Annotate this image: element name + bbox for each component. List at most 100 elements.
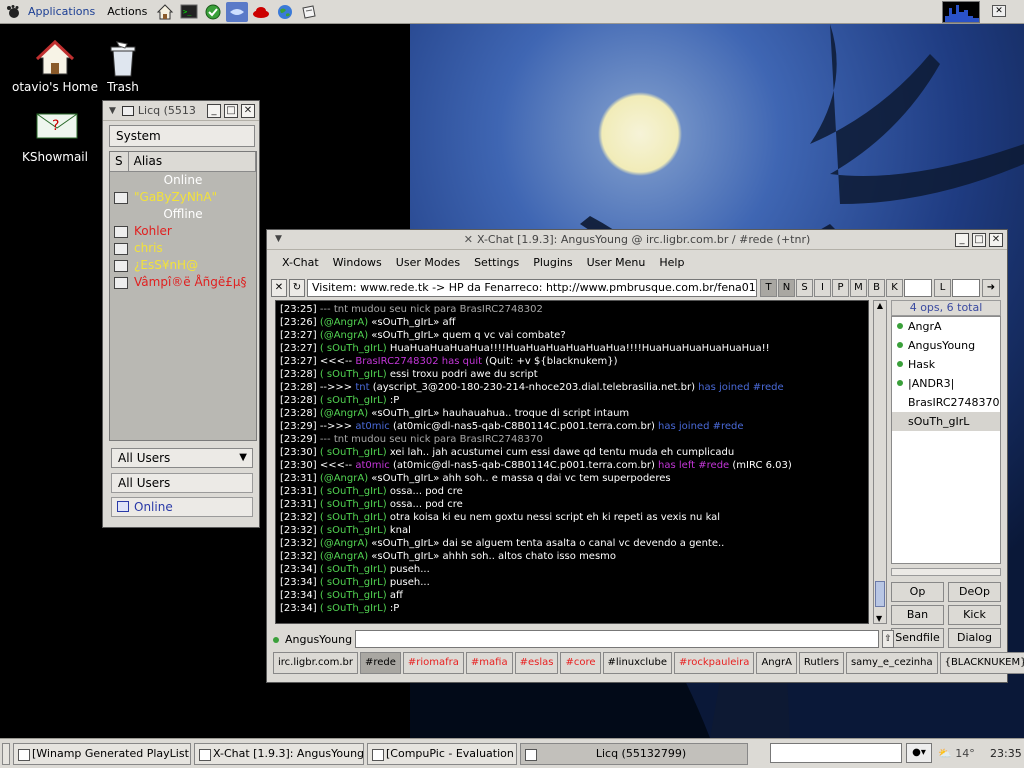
user-list-item[interactable]: AngrA [892,317,1000,336]
notepad-launcher-icon[interactable] [298,2,320,22]
terminal-launcher-icon[interactable]: >_ [178,2,200,22]
mode-button-m[interactable]: M [850,279,867,297]
applications-menu[interactable]: Applications [22,0,101,24]
maximize-button[interactable]: □ [972,233,986,247]
arrow-right-icon[interactable]: ➜ [982,279,1000,297]
refresh-icon[interactable]: ↻ [289,279,305,297]
contact-item[interactable]: chris [110,240,256,257]
user-list-item[interactable]: AngusYoung [892,336,1000,355]
channel-tab[interactable]: Rutlers [798,652,844,674]
globe-launcher-icon[interactable] [274,2,296,22]
channel-tab[interactable]: irc.ligbr.com.br [273,652,358,674]
menu-help[interactable]: Help [652,256,691,269]
close-button[interactable]: ✕ [241,104,255,118]
menu-user-menu[interactable]: User Menu [580,256,653,269]
mode-button-l[interactable]: L [934,279,951,297]
status-field[interactable]: Online [111,497,253,517]
show-desktop-icon[interactable] [2,742,10,765]
home-launcher-icon[interactable] [154,2,176,22]
channel-tab[interactable]: {BLACKNUKEM} [939,652,1024,674]
window-menu-icon[interactable]: ▼ [275,234,282,244]
column-status[interactable]: S [110,152,129,171]
desktop-icon-trash[interactable]: Trash [68,38,178,94]
channel-tab[interactable]: #rede [359,652,401,674]
actions-menu[interactable]: Actions [101,0,153,24]
panel-command-input[interactable] [770,743,902,763]
user-list-item[interactable]: Hask [892,355,1000,374]
menu-windows[interactable]: Windows [326,256,389,269]
chat-line: [23:34] ( sOuTh_gIrL) :P [280,602,864,615]
chat-segment: ( sOuTh_gIrL) [319,512,387,523]
weather-icon: ⛅ [938,747,952,760]
update-launcher-icon[interactable] [202,2,224,22]
user-list-box[interactable]: AngrA AngusYoung Hask |ANDR3| BrasIRC2748370… [891,316,1001,564]
channel-tab[interactable]: AngrA [756,652,797,674]
maximize-button[interactable]: □ [224,104,238,118]
gnome-foot-icon[interactable] [4,3,22,21]
taskbar-button[interactable]: [CompuPic - Evaluation Copy] [367,742,517,765]
menu-user-modes[interactable]: User Modes [389,256,467,269]
all-users-field[interactable]: All Users [111,473,253,493]
network-launcher-icon[interactable] [226,1,249,22]
licq-titlebar[interactable]: ▼ Licq (5513 _ □ ✕ [103,101,259,121]
scroll-down-icon[interactable]: ▼ [876,614,882,623]
system-menu-button[interactable]: System [109,125,255,147]
panel-selector[interactable]: ●▾ [906,743,932,763]
kick-button[interactable]: Kick [948,605,1001,625]
channel-tab[interactable]: #mafia [465,652,513,674]
menu-settings[interactable]: Settings [467,256,526,269]
user-list-item[interactable]: sOuTh_gIrL [892,412,1000,431]
taskbar-button[interactable]: [Winamp Generated PlayList - [13,742,191,765]
contact-item[interactable]: Kohler [110,223,256,240]
mode-button-i[interactable]: I [814,279,831,297]
user-list-item[interactable]: BrasIRC2748370 [892,393,1000,412]
topic-input[interactable]: Visitem: www.rede.tk -> HP da Fenarreco:… [307,279,757,297]
contact-item[interactable]: ¿EsS¥nH@ [110,257,256,274]
chat-log[interactable]: [23:25] --- tnt mudou seu nick para Bras… [275,300,869,624]
userlist-separator[interactable] [891,568,1001,576]
mode-limit-input[interactable] [952,279,980,297]
close-button[interactable]: ✕ [989,233,1003,247]
window-menu-icon[interactable]: ▼ [109,106,116,116]
mode-button-t[interactable]: T [760,279,777,297]
minimize-button[interactable]: _ [955,233,969,247]
mode-key-input[interactable] [904,279,932,297]
channel-tab[interactable]: #linuxclube [602,652,672,674]
mode-button-b[interactable]: B [868,279,885,297]
op-button[interactable]: Op [891,582,944,602]
scroll-thumb[interactable] [875,581,885,607]
weather-applet[interactable]: ⛅ 14° [938,747,975,760]
xchat-titlebar[interactable]: ▼ ✕ X-Chat [1.9.3]: AngusYoung @ irc.lig… [267,230,1007,250]
nick-label[interactable]: AngusYoung [271,633,355,646]
channel-tab[interactable]: #eslas [514,652,559,674]
menu-plugins[interactable]: Plugins [526,256,579,269]
taskbar-button[interactable]: X-Chat [1.9.3]: AngusYoung @ [194,742,364,765]
mode-button-s[interactable]: S [796,279,813,297]
user-list-item[interactable]: |ANDR3| [892,374,1000,393]
desktop-icon-kshowmail[interactable]: ? KShowmail [0,108,110,164]
scroll-up-icon[interactable]: ▲ [874,301,886,310]
mode-button-k[interactable]: K [886,279,903,297]
minimize-button[interactable]: _ [207,104,221,118]
chat-scrollbar[interactable]: ▲ ▼ [873,300,887,624]
ban-button[interactable]: Ban [891,605,944,625]
mode-button-n[interactable]: N [778,279,795,297]
send-icon[interactable]: ⇧ [882,630,894,648]
redhat-launcher-icon[interactable] [250,2,272,22]
taskbar-button[interactable]: Licq (55132799) [520,742,748,765]
user-filter-dropdown[interactable]: All Users ▼ [111,448,253,468]
deop-button[interactable]: DeOp [948,582,1001,602]
clock[interactable]: 23:35 [990,747,1022,760]
menu-x-chat[interactable]: X-Chat [275,256,326,269]
contact-item[interactable]: "GaByZyNhA" [110,189,256,206]
channel-tab[interactable]: #core [560,652,601,674]
channel-tab[interactable]: samy_e_cezinha [845,652,938,674]
column-alias[interactable]: Alias [129,152,256,171]
channel-tab[interactable]: #riomafra [402,652,464,674]
message-input[interactable] [355,630,879,648]
contact-item[interactable]: Vâmpî®ë Åñgë£µ§ [110,274,256,291]
mode-button-p[interactable]: P [832,279,849,297]
close-tab-icon[interactable]: ✕ [271,279,287,297]
channel-tab[interactable]: #rockpauleira [673,652,755,674]
panel-close-icon[interactable]: ✕ [992,5,1006,17]
